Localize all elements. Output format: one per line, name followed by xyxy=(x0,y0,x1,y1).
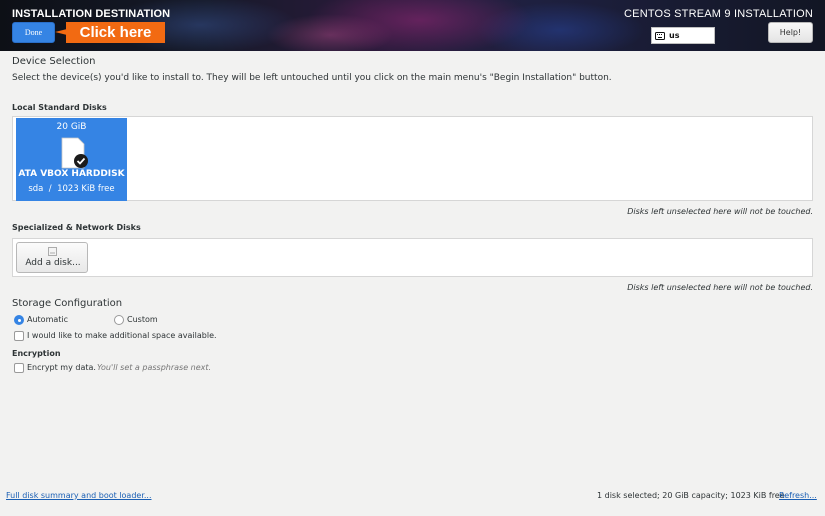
encryption-heading: Encryption xyxy=(12,349,61,358)
harddisk-icon xyxy=(61,137,88,169)
local-disks-heading: Local Standard Disks xyxy=(12,103,107,112)
help-button[interactable]: Help! xyxy=(768,22,813,43)
product-title: CENTOS STREAM 9 INSTALLATION xyxy=(624,8,813,20)
add-disk-button[interactable]: Add a disk... xyxy=(16,242,88,273)
click-here-callout: Click here xyxy=(66,22,165,43)
disk-model-name: ATA VBOX HARDDISK xyxy=(18,169,125,179)
keyboard-layout-indicator[interactable]: us xyxy=(651,27,715,44)
refresh-link[interactable]: Refresh... xyxy=(779,491,817,500)
keyboard-layout-label: us xyxy=(669,31,680,40)
disk-selection-status: 1 disk selected; 20 GiB capacity; 1023 K… xyxy=(597,491,785,500)
disk-device-name: sda xyxy=(28,184,44,194)
keyboard-icon xyxy=(655,31,665,40)
device-selection-heading: Device Selection xyxy=(12,56,96,67)
disk-info-separator: / xyxy=(48,184,52,194)
encrypt-hint: You'll set a passphrase next. xyxy=(97,363,212,372)
header-bar: INSTALLATION DESTINATION Done Click here… xyxy=(0,0,825,51)
spoke-title: INSTALLATION DESTINATION xyxy=(12,8,171,20)
network-disks-note: Disks left unselected here will not be t… xyxy=(627,283,813,292)
full-disk-summary-link[interactable]: Full disk summary and boot loader... xyxy=(6,491,152,500)
disk-free-space: 1023 KiB free xyxy=(57,184,115,194)
encrypt-checkbox[interactable] xyxy=(14,363,24,373)
local-disks-panel xyxy=(12,116,813,201)
custom-radio[interactable] xyxy=(114,315,124,325)
disk-device-info: sda / 1023 KiB free xyxy=(16,184,127,194)
automatic-label[interactable]: Automatic xyxy=(27,315,68,324)
device-selection-description: Select the device(s) you'd like to insta… xyxy=(12,73,612,83)
automatic-radio[interactable] xyxy=(14,315,24,325)
local-disks-note: Disks left unselected here will not be t… xyxy=(627,207,813,216)
done-button[interactable]: Done xyxy=(12,22,55,43)
encrypt-label[interactable]: Encrypt my data. xyxy=(27,363,96,372)
network-disks-heading: Specialized & Network Disks xyxy=(12,223,141,232)
disk-size: 20 GiB xyxy=(56,122,87,132)
add-disk-icon xyxy=(48,247,57,256)
storage-configuration-heading: Storage Configuration xyxy=(12,298,123,309)
add-disk-label: Add a disk... xyxy=(25,258,81,268)
disk-tile-sda[interactable]: 20 GiB ATA VBOX HARDDISK sda / 1023 KiB … xyxy=(16,118,127,201)
network-disks-panel xyxy=(12,238,813,277)
checkmark-icon xyxy=(74,154,88,168)
reclaim-space-checkbox[interactable] xyxy=(14,331,24,341)
custom-label[interactable]: Custom xyxy=(127,315,158,324)
reclaim-space-label[interactable]: I would like to make additional space av… xyxy=(27,331,217,340)
